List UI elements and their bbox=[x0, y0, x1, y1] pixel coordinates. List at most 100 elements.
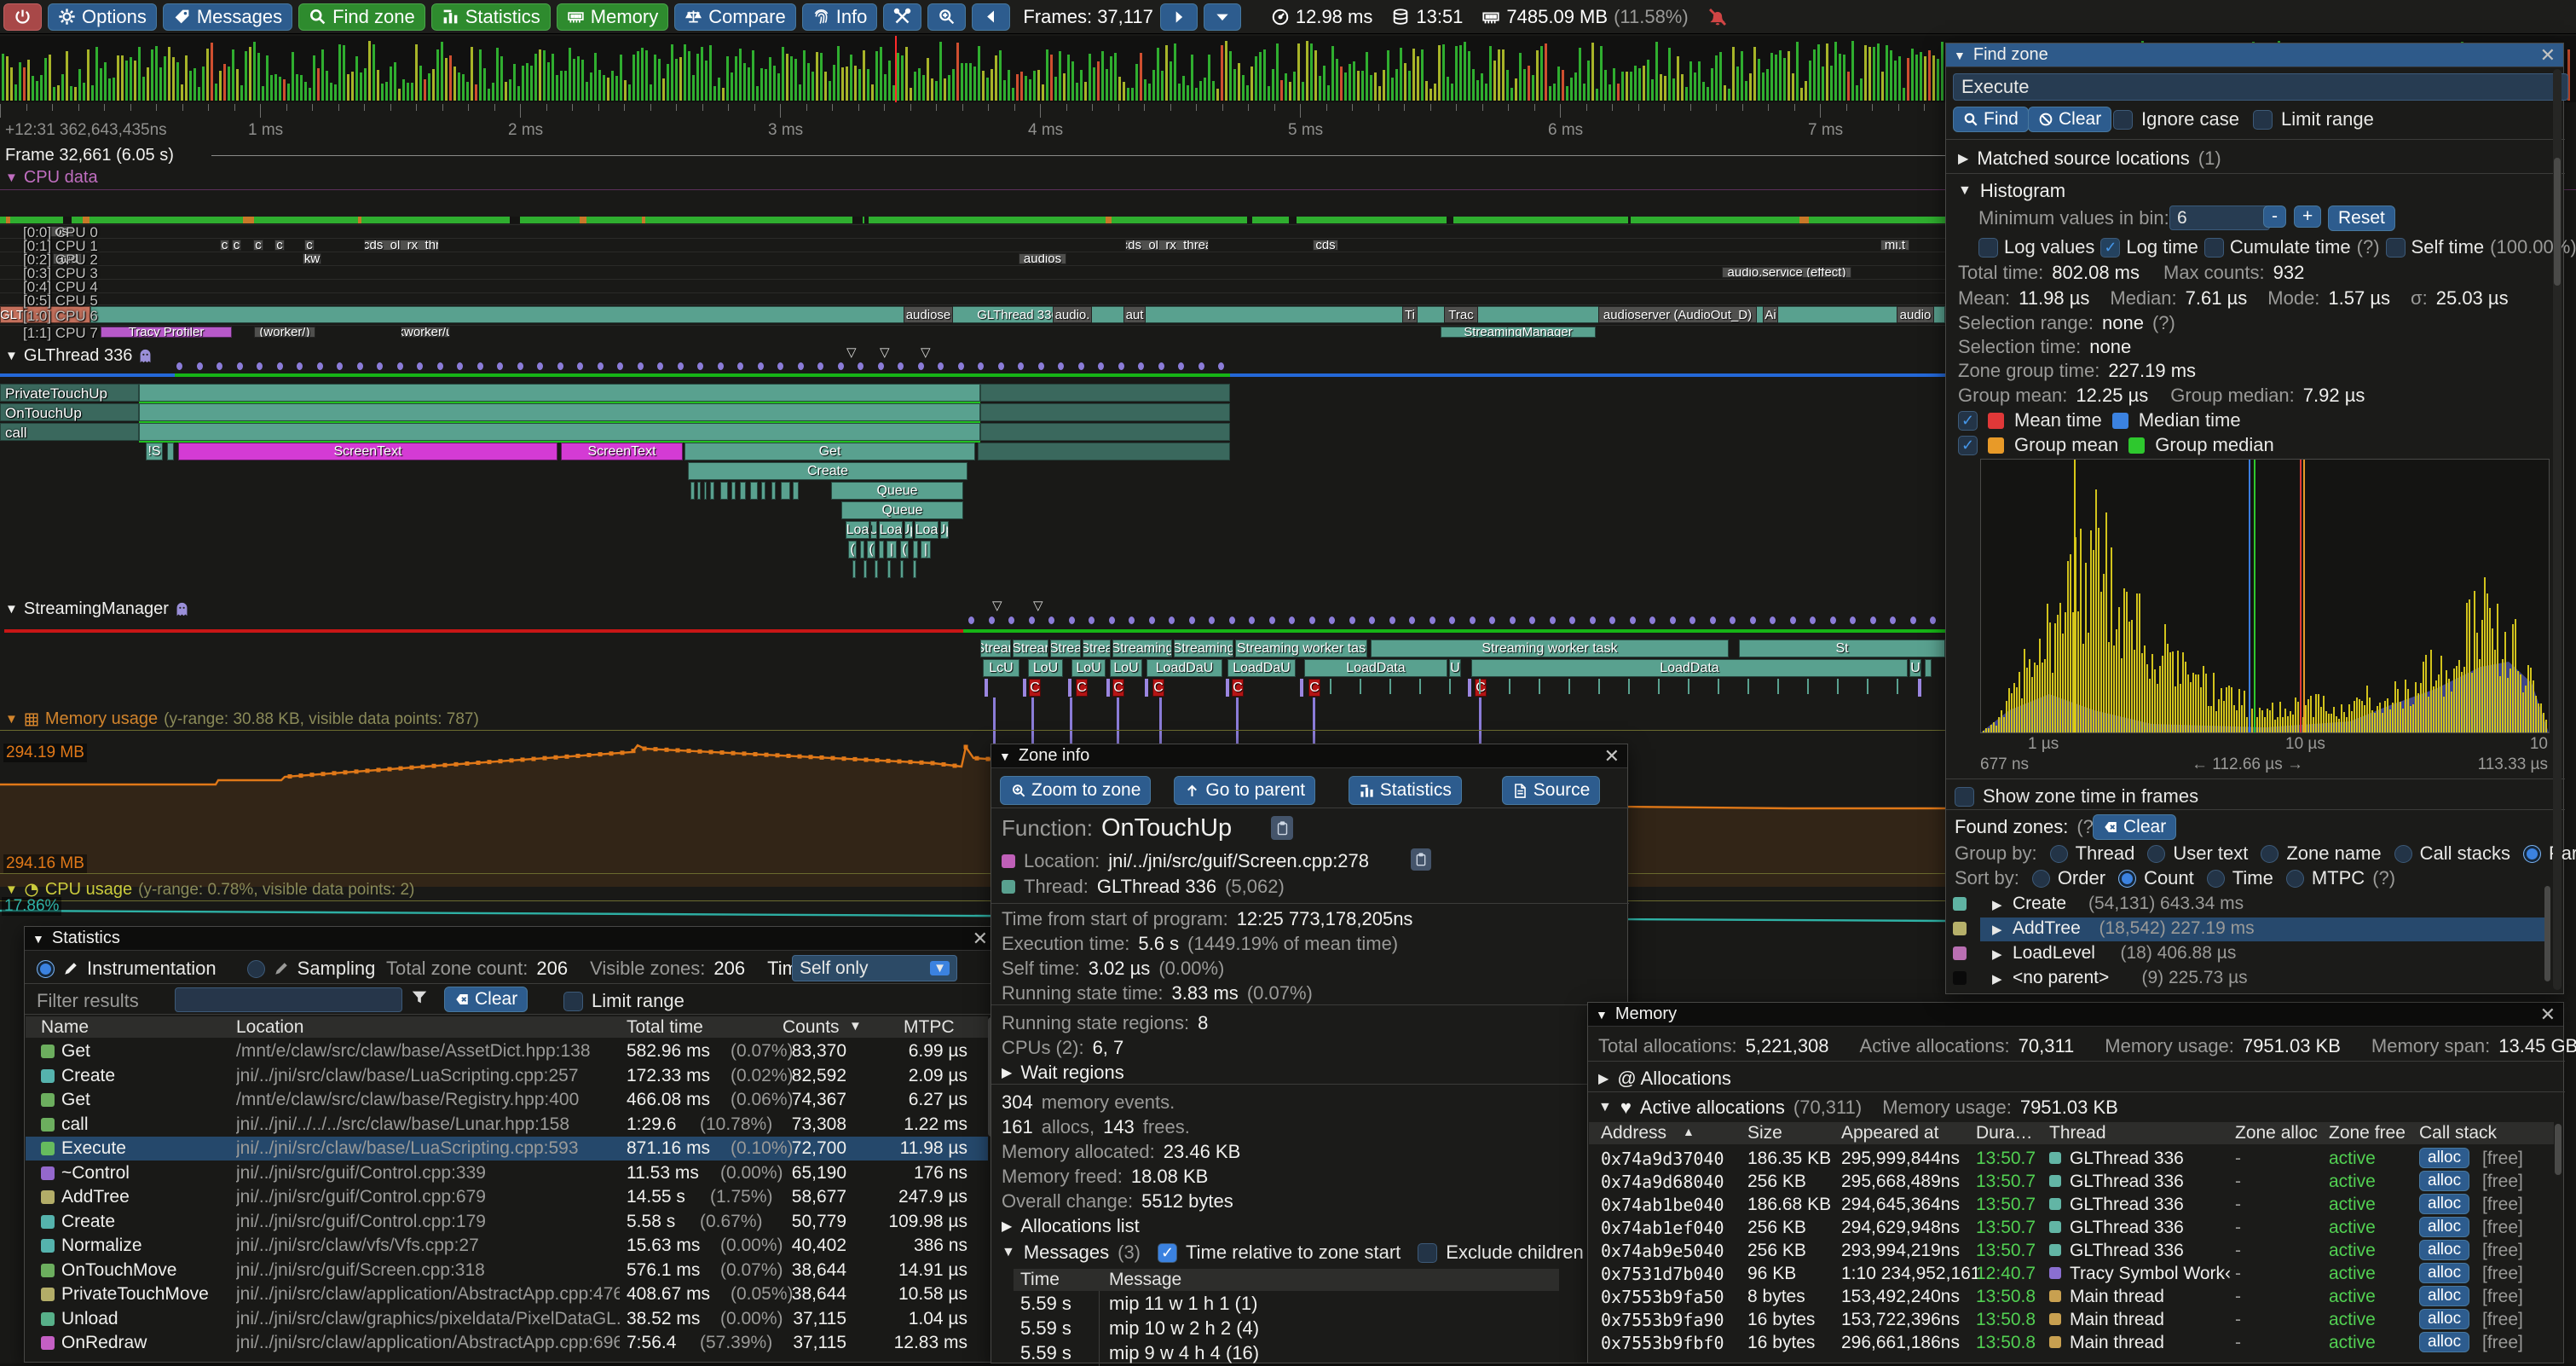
zone[interactable]: U bbox=[870, 521, 877, 539]
frame-bar[interactable] bbox=[564, 71, 567, 101]
zone[interactable]: Queue bbox=[841, 501, 963, 519]
frame-bar[interactable] bbox=[74, 87, 77, 101]
statistics-row[interactable]: Get/mnt/e/claw/src/claw/base/Registry.hp… bbox=[26, 1088, 988, 1112]
frame-bar[interactable] bbox=[709, 45, 712, 101]
cpu-timeline-block[interactable]: Trac bbox=[1444, 306, 1478, 323]
sample-dot[interactable] bbox=[1369, 616, 1375, 624]
frame-bar[interactable] bbox=[471, 47, 473, 101]
cpu-timeline-block[interactable]: audioserver (AudioOut_D) bbox=[1598, 306, 1757, 323]
glthread-section-header[interactable]: ▼GLThread 336 bbox=[5, 346, 153, 366]
sample-dot[interactable] bbox=[1209, 616, 1215, 624]
memory-column-3[interactable]: Appeared at bbox=[1841, 1123, 1938, 1143]
frame-bar[interactable] bbox=[769, 57, 771, 101]
memory-column-7[interactable]: Zone free bbox=[2329, 1123, 2406, 1143]
frame-bar[interactable] bbox=[1093, 67, 1095, 101]
frame-bar[interactable] bbox=[1165, 45, 1168, 101]
frame-bar[interactable] bbox=[287, 84, 290, 101]
zone[interactable] bbox=[771, 482, 776, 500]
frame-bar[interactable] bbox=[1285, 73, 1287, 101]
frame-bar[interactable] bbox=[1340, 67, 1343, 101]
frame-bar[interactable] bbox=[637, 51, 639, 101]
message-marker-icon[interactable]: ▽ bbox=[1033, 598, 1043, 613]
found-zone-group[interactable]: ▶<no parent>(9) 225.73 µs bbox=[1946, 967, 2553, 991]
frame-bar[interactable] bbox=[57, 85, 60, 101]
frame-bar[interactable] bbox=[875, 51, 878, 101]
mean-median-checkbox[interactable]: ✓ bbox=[1958, 411, 1978, 431]
message-row[interactable]: 5.59 smip 9 w 4 h 4 (16) bbox=[1014, 1342, 1559, 1366]
frame-bar[interactable] bbox=[1609, 84, 1611, 101]
frame-bar[interactable] bbox=[1306, 41, 1308, 101]
frame-bar[interactable] bbox=[995, 55, 997, 101]
frame-bar[interactable] bbox=[1374, 72, 1377, 101]
frame-bar[interactable] bbox=[462, 74, 465, 101]
frame-bar[interactable] bbox=[765, 69, 767, 101]
frame-bar[interactable] bbox=[1753, 47, 1756, 101]
frame-bar[interactable] bbox=[944, 78, 946, 101]
frame-bar[interactable] bbox=[607, 78, 609, 101]
tools-button[interactable] bbox=[883, 3, 921, 31]
prev-frame-button[interactable] bbox=[972, 3, 1010, 31]
frame-bar[interactable] bbox=[1025, 76, 1027, 101]
sample-dot[interactable] bbox=[1730, 616, 1736, 624]
zone[interactable] bbox=[863, 560, 867, 578]
frame-bar[interactable] bbox=[897, 53, 899, 101]
limit-range-control[interactable]: Limit range bbox=[2253, 108, 2374, 130]
frame-bar[interactable] bbox=[1212, 81, 1215, 101]
frame-bar[interactable] bbox=[23, 67, 26, 101]
frame-bar[interactable] bbox=[1536, 50, 1539, 101]
frame-bar[interactable] bbox=[662, 78, 665, 101]
frame-bar[interactable] bbox=[1907, 58, 1909, 101]
frame-bar[interactable] bbox=[1493, 61, 1496, 101]
frame-bar[interactable] bbox=[1476, 80, 1479, 101]
frame-bar[interactable] bbox=[117, 55, 119, 101]
frame-bar[interactable] bbox=[1191, 55, 1193, 101]
cpu-timeline-block[interactable]: mi.t bbox=[1880, 240, 1909, 251]
next-frame-button[interactable] bbox=[1160, 3, 1198, 31]
zone[interactable] bbox=[781, 482, 790, 500]
frame-bar[interactable] bbox=[1532, 75, 1534, 101]
frame-bar[interactable] bbox=[228, 67, 230, 101]
frame-bar[interactable] bbox=[1481, 73, 1483, 101]
sample-dot[interactable] bbox=[277, 362, 283, 370]
frame-bar[interactable] bbox=[1553, 84, 1556, 101]
sample-dot[interactable] bbox=[1550, 616, 1556, 624]
frame-bar[interactable] bbox=[1745, 81, 1747, 101]
sort-by-mtpc[interactable] bbox=[2286, 870, 2304, 888]
limit-range-control[interactable]: Limit range bbox=[563, 990, 684, 1012]
frame-bar[interactable] bbox=[1204, 78, 1206, 101]
memory-allocation-row[interactable]: 0x7553b9fa508 bytes153,492,240ns13:50.8M… bbox=[1589, 1286, 2554, 1308]
frame-bar[interactable] bbox=[1263, 49, 1266, 101]
frame-bar[interactable] bbox=[1178, 84, 1181, 101]
frame-bar[interactable] bbox=[1464, 42, 1466, 101]
frame-bar[interactable] bbox=[483, 68, 486, 101]
frame-bar[interactable] bbox=[1638, 68, 1641, 101]
sample-dot[interactable] bbox=[697, 362, 703, 370]
frame-bar[interactable] bbox=[1020, 72, 1023, 101]
frame-bar[interactable] bbox=[1800, 88, 1803, 101]
alloc-callstack-button[interactable]: alloc bbox=[2419, 1309, 2469, 1329]
sample-dot[interactable] bbox=[1630, 616, 1636, 624]
frame-bar[interactable] bbox=[675, 59, 678, 101]
frame-bar[interactable] bbox=[151, 49, 153, 101]
frame-bar[interactable] bbox=[777, 73, 780, 101]
frame-bar[interactable] bbox=[905, 47, 908, 101]
column-header-counts[interactable]: Counts bbox=[783, 1017, 840, 1038]
active-allocations-toggle[interactable]: ▼♥Active allocations(70,311)Memory usage… bbox=[1598, 1097, 2118, 1119]
sample-dot[interactable] bbox=[1489, 616, 1495, 624]
frame-bar[interactable] bbox=[1331, 46, 1334, 101]
frame-bar[interactable] bbox=[615, 76, 618, 101]
find-zone-button[interactable]: Find zone bbox=[298, 3, 425, 31]
options-button[interactable]: Options bbox=[48, 3, 157, 31]
frame-bar[interactable] bbox=[262, 86, 264, 101]
sample-dot[interactable] bbox=[217, 362, 222, 370]
frame-bar[interactable] bbox=[1596, 89, 1598, 101]
frame-bar[interactable] bbox=[1834, 42, 1837, 101]
alloc-callstack-button[interactable]: alloc bbox=[2419, 1148, 2469, 1168]
zone[interactable] bbox=[900, 560, 904, 578]
zone[interactable] bbox=[980, 423, 1230, 441]
sample-dot[interactable] bbox=[678, 362, 684, 370]
frame-bar[interactable] bbox=[1101, 51, 1104, 101]
exclude-children-checkbox[interactable] bbox=[1418, 1243, 1437, 1263]
message-marker-icon[interactable]: ▽ bbox=[992, 598, 1002, 613]
zone[interactable]: Strea bbox=[1083, 640, 1111, 657]
